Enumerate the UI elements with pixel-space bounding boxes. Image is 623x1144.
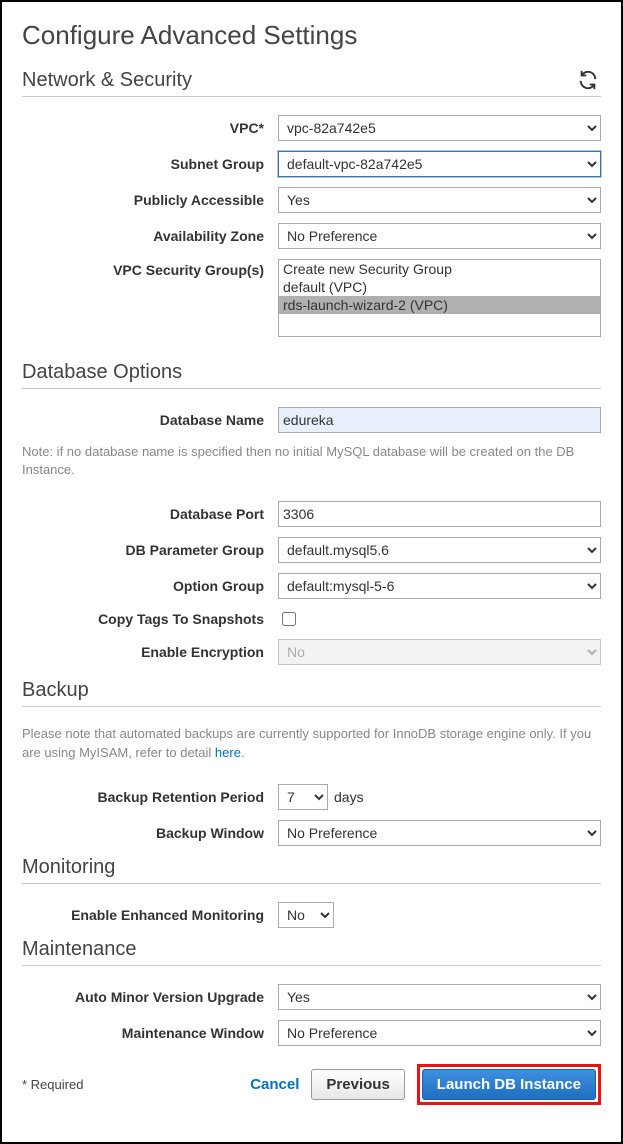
security-group-option[interactable]: default (VPC) <box>279 278 600 296</box>
backup-note-suffix: . <box>241 745 245 760</box>
database-name-note: Note: if no database name is specified t… <box>22 443 601 479</box>
database-name-label: Database Name <box>22 412 278 428</box>
enhanced-monitoring-label: Enable Enhanced Monitoring <box>22 907 278 923</box>
backup-note-link[interactable]: here <box>215 745 241 760</box>
enable-encryption-label: Enable Encryption <box>22 644 278 660</box>
launch-db-instance-button[interactable]: Launch DB Instance <box>422 1069 596 1100</box>
enable-encryption-select: No <box>278 639 601 665</box>
section-network-title: Network & Security <box>22 69 192 91</box>
database-port-input[interactable] <box>278 501 601 527</box>
publicly-accessible-label: Publicly Accessible <box>22 192 278 208</box>
parameter-group-select[interactable]: default.mysql5.6 <box>278 537 601 563</box>
availability-zone-select[interactable]: No Preference <box>278 223 601 249</box>
database-port-label: Database Port <box>22 506 278 522</box>
vpc-select[interactable]: vpc-82a742e5 <box>278 115 601 141</box>
section-maintenance: Maintenance <box>22 938 601 966</box>
auto-upgrade-label: Auto Minor Version Upgrade <box>22 989 278 1005</box>
copy-tags-label: Copy Tags To Snapshots <box>22 611 278 627</box>
required-note: * Required <box>22 1077 250 1092</box>
backup-window-select[interactable]: No Preference <box>278 820 601 846</box>
subnet-group-label: Subnet Group <box>22 156 278 172</box>
backup-note-text: Please note that automated backups are c… <box>22 726 591 759</box>
maintenance-window-select[interactable]: No Preference <box>278 1020 601 1046</box>
launch-highlight-box: Launch DB Instance <box>417 1064 601 1105</box>
retention-period-select[interactable]: 7 <box>278 784 328 810</box>
publicly-accessible-select[interactable]: Yes <box>278 187 601 213</box>
option-group-select[interactable]: default:mysql-5-6 <box>278 573 601 599</box>
previous-button[interactable]: Previous <box>311 1069 404 1100</box>
security-groups-label: VPC Security Group(s) <box>22 259 278 278</box>
section-database-options: Database Options <box>22 361 601 389</box>
copy-tags-checkbox[interactable] <box>282 612 296 626</box>
cancel-link[interactable]: Cancel <box>250 1076 299 1093</box>
backup-window-label: Backup Window <box>22 825 278 841</box>
subnet-group-select[interactable]: default-vpc-82a742e5 <box>278 151 601 177</box>
option-group-label: Option Group <box>22 578 278 594</box>
auto-upgrade-select[interactable]: Yes <box>278 984 601 1010</box>
maintenance-window-label: Maintenance Window <box>22 1025 278 1041</box>
security-group-option[interactable]: Create new Security Group <box>279 260 600 278</box>
retention-unit: days <box>334 789 364 805</box>
security-group-option[interactable]: rds-launch-wizard-2 (VPC) <box>279 296 600 314</box>
section-network-security: Network & Security <box>22 69 601 97</box>
section-backup: Backup <box>22 679 601 707</box>
backup-note: Please note that automated backups are c… <box>22 725 601 761</box>
database-name-input[interactable] <box>278 407 601 433</box>
availability-zone-label: Availability Zone <box>22 228 278 244</box>
page-title: Configure Advanced Settings <box>22 20 601 51</box>
section-monitoring: Monitoring <box>22 856 601 884</box>
security-groups-listbox[interactable]: Create new Security Group default (VPC) … <box>278 259 601 337</box>
vpc-label: VPC* <box>22 120 278 136</box>
enhanced-monitoring-select[interactable]: No <box>278 902 334 928</box>
retention-period-label: Backup Retention Period <box>22 789 278 805</box>
parameter-group-label: DB Parameter Group <box>22 542 278 558</box>
refresh-icon[interactable] <box>577 69 599 91</box>
